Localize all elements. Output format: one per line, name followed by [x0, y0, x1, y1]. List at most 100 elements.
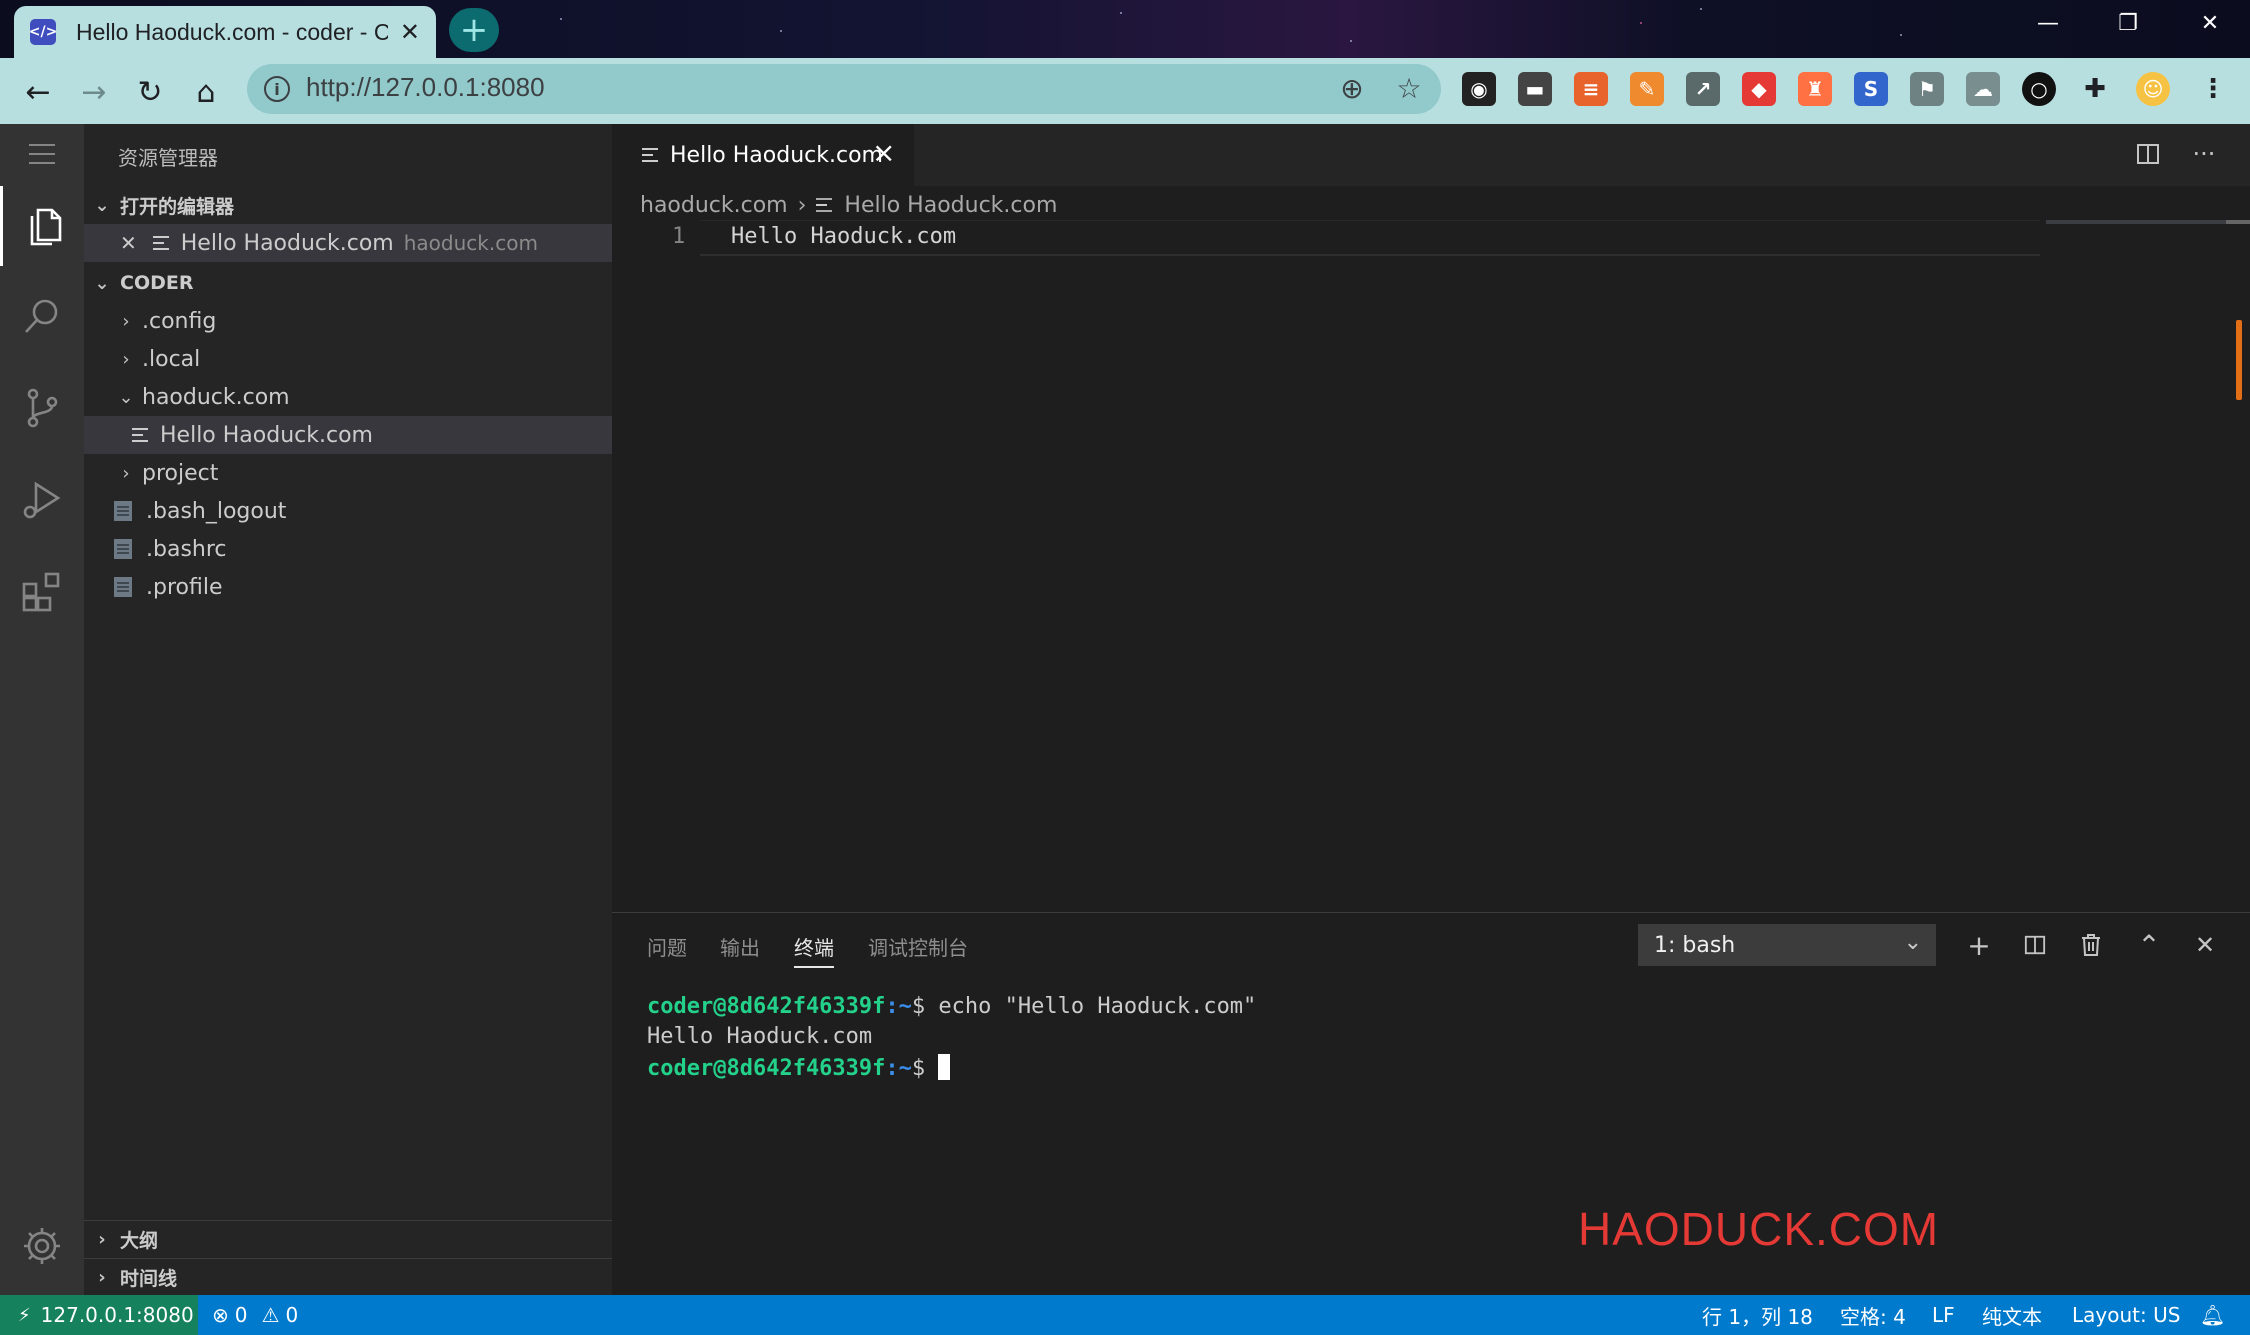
terminal-output-line: Hello Haoduck.com [647, 1024, 873, 1049]
keyboard-layout[interactable]: Layout: US [2072, 1295, 2180, 1335]
workspace-header[interactable]: ⌄ CODER [84, 264, 612, 302]
file-icon [114, 539, 132, 559]
reload-button[interactable]: ↻ [130, 72, 170, 112]
more-actions-icon[interactable]: ··· [2186, 136, 2222, 172]
terminal-command-line: coder@8d642f46339f:~$ echo "Hello Haoduc… [647, 994, 1257, 1019]
breadcrumb-file[interactable]: Hello Haoduck.com [844, 193, 1057, 218]
extension-icon[interactable]: ▬ [1518, 72, 1552, 106]
tree-folder[interactable]: › .local [84, 340, 612, 378]
indentation[interactable]: 空格: 4 [1840, 1295, 1906, 1335]
problems-indicator[interactable]: ⊗ 0 ⚠ 0 [212, 1295, 298, 1335]
tree-file[interactable]: .bash_logout [84, 492, 612, 530]
browser-tab[interactable]: </> Hello Haoduck.com - coder - Code ✕ [14, 6, 436, 58]
outline-section-header[interactable]: › 大纲 [84, 1220, 612, 1258]
tree-folder[interactable]: › .config [84, 302, 612, 340]
address-url[interactable]: http://127.0.0.1:8080 [306, 72, 545, 103]
cursor-position[interactable]: 行 1，列 18 [1702, 1295, 1813, 1335]
language-mode[interactable]: 纯文本 [1982, 1295, 2042, 1335]
restore-button[interactable]: ❐ [2096, 0, 2160, 46]
close-window-button[interactable]: ✕ [2178, 0, 2242, 46]
avatar[interactable]: ☺ [2136, 72, 2170, 106]
chevron-down-icon: ⌄ [118, 386, 134, 408]
install-app-icon[interactable]: ⊕ [1334, 70, 1370, 106]
forward-button[interactable]: → [74, 72, 114, 112]
terminal-select[interactable]: 1: bash ⌄ [1638, 924, 1936, 966]
open-editors-header[interactable]: ⌄ 打开的编辑器 [84, 186, 612, 224]
tree-folder[interactable]: ⌄ haoduck.com [84, 378, 612, 416]
extension-icon[interactable]: S [1854, 72, 1888, 106]
close-panel-icon[interactable]: ✕ [2186, 926, 2224, 964]
source-control-icon[interactable] [0, 368, 84, 448]
extension-icon[interactable]: ♜ [1798, 72, 1832, 106]
close-icon[interactable]: × [872, 136, 895, 169]
extension-icon[interactable]: ◉ [1462, 72, 1496, 106]
flag-icon[interactable]: ⚑ [1910, 72, 1944, 106]
bell-icon[interactable]: 🔔︎ [2200, 1295, 2225, 1335]
warning-icon: ⚠ [261, 1303, 280, 1327]
text-file-icon [816, 198, 833, 212]
close-icon[interactable]: ✕ [120, 231, 137, 255]
tree-file[interactable]: .bashrc [84, 530, 612, 568]
scrollbar-overview [2226, 220, 2250, 224]
bottom-panel [612, 912, 2250, 1295]
editor-tab[interactable]: Hello Haoduck.com [612, 124, 914, 186]
chevron-right-icon: › [122, 348, 130, 370]
split-terminal-icon[interactable] [2016, 926, 2054, 964]
code-line[interactable]: Hello Haoduck.com [731, 224, 956, 249]
text-file-icon [152, 236, 169, 250]
background-star [1900, 34, 1902, 36]
background-star [1700, 8, 1702, 10]
minimap[interactable] [2046, 220, 2226, 224]
breadcrumb: haoduck.com › Hello Haoduck.com [640, 190, 1057, 220]
minimize-button[interactable]: — [2016, 0, 2080, 46]
chevron-right-icon: › [98, 1267, 106, 1288]
tree-file-selected[interactable]: Hello Haoduck.com [84, 416, 612, 454]
new-terminal-icon[interactable]: + [1960, 926, 1998, 964]
bookmark-star-icon[interactable]: ☆ [1391, 70, 1427, 106]
remote-indicator[interactable]: ⚡ 127.0.0.1:8080 [0, 1295, 198, 1335]
line-number: 1 [672, 224, 686, 249]
extension-icon[interactable]: ◆ [1742, 72, 1776, 106]
close-tab-icon[interactable]: ✕ [400, 18, 420, 46]
timeline-section-header[interactable]: › 时间线 [84, 1258, 612, 1296]
new-tab-button[interactable]: + [449, 8, 499, 52]
end-of-line[interactable]: LF [1932, 1295, 1955, 1335]
home-icon[interactable]: ⌂ [186, 72, 226, 112]
chevron-down-icon: ⌄ [94, 272, 110, 294]
extensions-puzzle-icon[interactable]: ✚ [2078, 72, 2112, 106]
tab-problems[interactable]: 问题 [647, 932, 687, 961]
tree-file[interactable]: .profile [84, 568, 612, 606]
cloud-icon[interactable]: ☁ [1966, 72, 2000, 106]
browser-menu-icon[interactable]: ⋮ [2196, 72, 2230, 106]
tab-output[interactable]: 输出 [720, 932, 760, 961]
tab-terminal[interactable]: 终端 [794, 932, 834, 961]
terminal-prompt-line[interactable]: coder@8d642f46339f:~$ [647, 1054, 951, 1081]
back-button[interactable]: ← [18, 72, 58, 112]
background-star [1640, 22, 1642, 24]
active-tab-underline [794, 966, 834, 968]
split-editor-icon[interactable] [2130, 136, 2166, 172]
tree-folder[interactable]: › project [84, 454, 612, 492]
tab-debug-console[interactable]: 调试控制台 [868, 932, 968, 961]
trash-icon[interactable] [2072, 926, 2110, 964]
gear-icon[interactable] [0, 1206, 84, 1286]
code-server-icon: </> [29, 19, 57, 45]
search-icon[interactable] [0, 276, 84, 356]
chevron-right-icon: › [98, 1229, 106, 1250]
extensions-icon[interactable] [0, 552, 84, 632]
file-icon [114, 577, 132, 597]
terminal-cursor [938, 1054, 951, 1080]
background-star [560, 18, 562, 20]
menu-icon[interactable] [0, 114, 84, 194]
extension-icon[interactable]: ✎ [1630, 72, 1664, 106]
extension-icon[interactable]: ↗ [1686, 72, 1720, 106]
explorer-icon[interactable] [0, 186, 84, 266]
extension-icon[interactable]: ≡ [1574, 72, 1608, 106]
site-info-icon[interactable]: i [264, 76, 290, 102]
breadcrumb-folder[interactable]: haoduck.com [640, 193, 788, 218]
open-editor-item[interactable]: ✕ Hello Haoduck.com haoduck.com [84, 224, 612, 262]
extension-icon[interactable]: ○ [2022, 72, 2056, 106]
run-debug-icon[interactable] [0, 460, 84, 540]
background-star [780, 30, 782, 32]
maximize-panel-icon[interactable]: ⌃ [2130, 926, 2168, 964]
